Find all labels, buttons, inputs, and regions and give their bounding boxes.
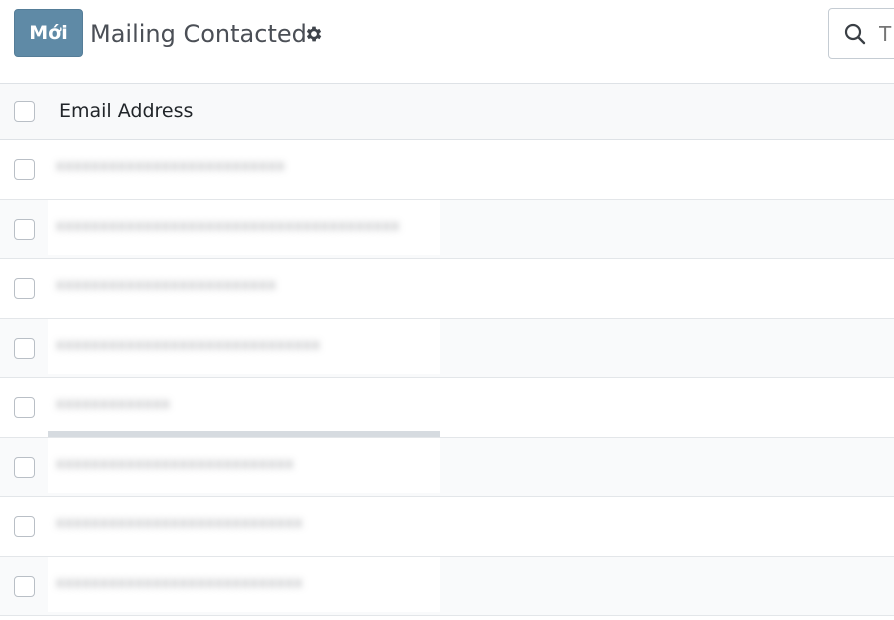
search-input[interactable] [879,19,894,49]
page-title: Mailing Contacted [90,20,307,48]
new-button[interactable]: Mới [14,9,83,57]
email-cell[interactable]: xxxxxxxxxxxxxxxxxxxxxxxxxxxxxx [48,318,440,374]
email-value: xxxxxxxxxxxxxxxxxxxxxxxxx [56,278,277,293]
email-cell[interactable]: xxxxxxxxxxxxxxxxxxxxxxxxxxxxxxxxxxxxxxx [48,199,440,255]
column-header-email[interactable]: Email Address [59,100,193,122]
search-field[interactable] [828,8,894,59]
table-row[interactable]: xxxxxxxxxxxxxxxxxxxxxxxxxxxxxx [0,318,894,378]
email-value: xxxxxxxxxxxxxxxxxxxxxxxxxx [56,159,286,174]
email-value: xxxxxxxxxxxxxxxxxxxxxxxxxxxxxxxxxxxxxxx [56,218,401,234]
table-row[interactable]: xxxxxxxxxxxxx [0,378,894,438]
row-checkbox[interactable] [14,456,35,478]
table-row[interactable]: xxxxxxxxxxxxxxxxxxxxxxxxx [0,259,894,319]
row-checkbox[interactable] [14,159,35,180]
row-checkbox[interactable] [14,575,35,597]
contacts-table: Email Address xxxxxxxxxxxxxxxxxxxxxxxxxx… [0,83,894,616]
table-row[interactable]: xxxxxxxxxxxxxxxxxxxxxxxxxxxxxxxxxxxxxxx [0,199,894,259]
email-cell[interactable]: xxxxxxxxxxxxxxxxxxxxxxxxxxxx [48,497,440,552]
row-checkbox[interactable] [14,516,35,537]
row-focus-bar [48,430,440,437]
email-value: xxxxxxxxxxxxx [56,397,171,412]
table-row[interactable]: xxxxxxxxxxxxxxxxxxxxxxxxxxx [0,437,894,497]
table-row[interactable]: xxxxxxxxxxxxxxxxxxxxxxxxxxxx [0,556,894,616]
email-cell[interactable]: xxxxxxxxxxxxxxxxxxxxxxxxxxx [48,437,440,493]
table-row[interactable]: xxxxxxxxxxxxxxxxxxxxxxxxxxxx [0,497,894,557]
email-value: xxxxxxxxxxxxxxxxxxxxxxxxxxxxxx [56,337,321,353]
gear-icon[interactable] [304,24,324,44]
email-value: xxxxxxxxxxxxxxxxxxxxxxxxxxx [56,456,295,472]
row-checkbox[interactable] [14,337,35,359]
email-cell[interactable]: xxxxxxxxxxxxxxxxxxxxxxxxx [48,259,440,314]
table-row[interactable]: xxxxxxxxxxxxxxxxxxxxxxxxxx [0,140,894,200]
row-checkbox[interactable] [14,397,35,418]
table-header: Email Address [0,83,894,140]
email-value: xxxxxxxxxxxxxxxxxxxxxxxxxxxx [56,575,304,591]
email-cell[interactable]: xxxxxxxxxxxxxxxxxxxxxxxxxx [48,140,440,195]
email-cell[interactable]: xxxxxxxxxxxxxxxxxxxxxxxxxxxx [48,556,440,612]
email-cell[interactable]: xxxxxxxxxxxxx [48,378,440,433]
row-checkbox[interactable] [14,278,35,299]
select-all-checkbox[interactable] [14,101,35,122]
row-checkbox[interactable] [14,218,35,240]
email-value: xxxxxxxxxxxxxxxxxxxxxxxxxxxx [56,516,304,531]
control-panel: Mới Mailing Contacted [0,0,894,83]
search-icon [844,23,866,45]
